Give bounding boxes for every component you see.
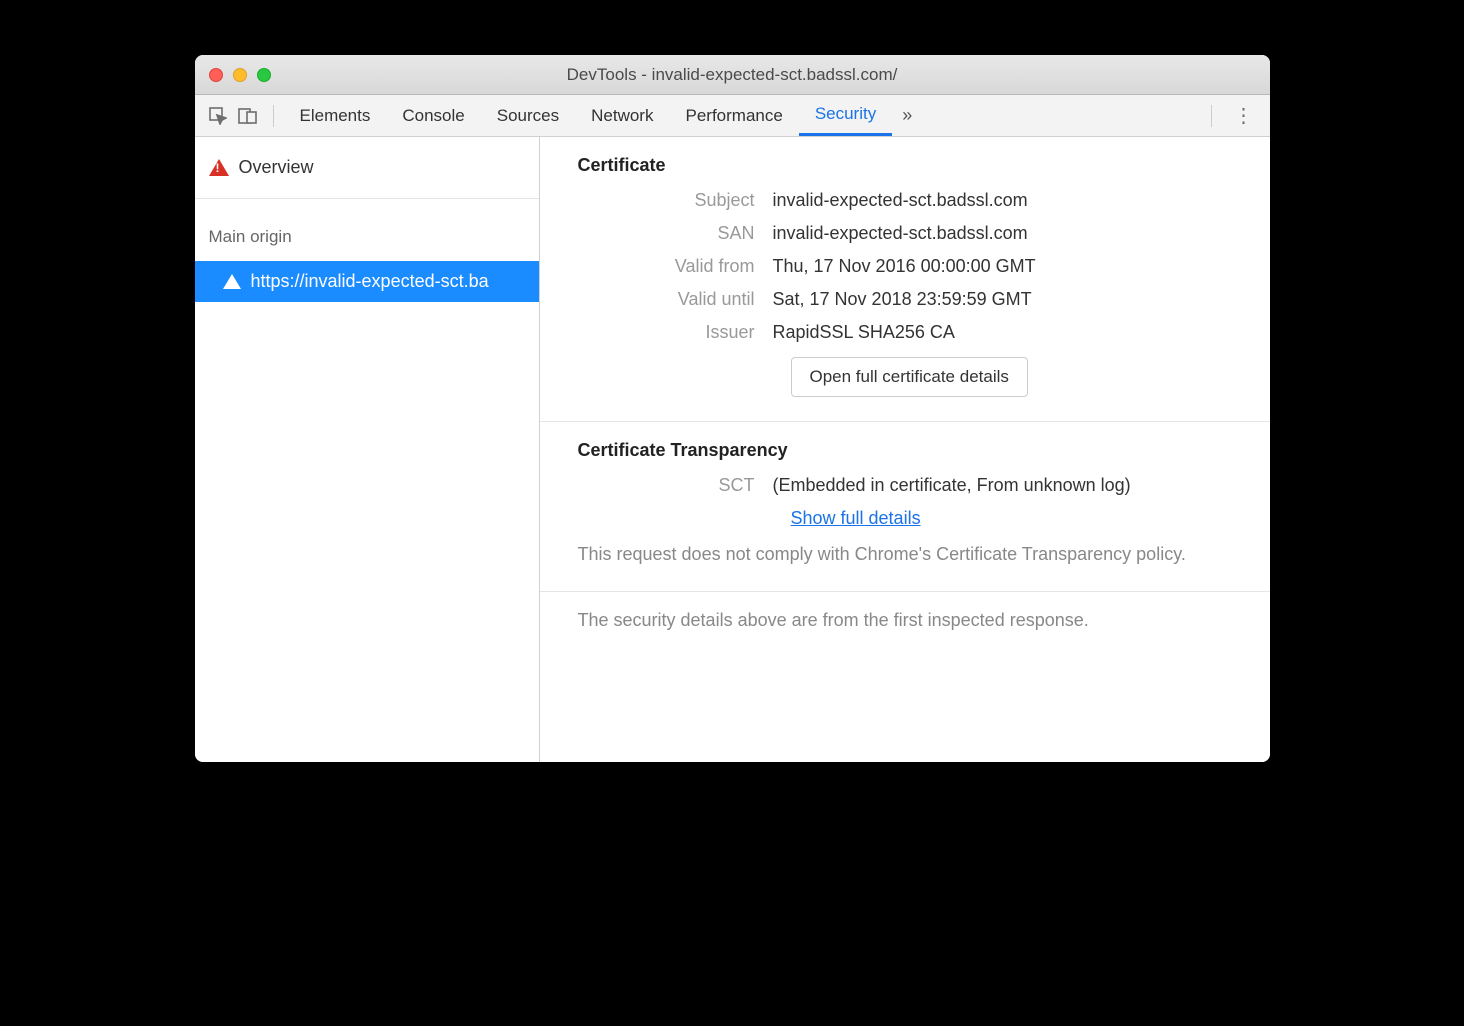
main-toolbar: Elements Console Sources Network Perform…: [195, 95, 1270, 137]
overview-item[interactable]: Overview: [195, 137, 539, 199]
sct-row: SCT (Embedded in certificate, From unkno…: [578, 475, 1232, 496]
issuer-value: RapidSSL SHA256 CA: [773, 322, 1232, 343]
tab-sources[interactable]: Sources: [481, 95, 575, 136]
titlebar: DevTools - invalid-expected-sct.badssl.c…: [195, 55, 1270, 95]
main-origin-heading: Main origin: [195, 199, 539, 261]
tab-security[interactable]: Security: [799, 95, 892, 136]
valid-until-value: Sat, 17 Nov 2018 23:59:59 GMT: [773, 289, 1232, 310]
traffic-lights: [209, 68, 271, 82]
toolbar-separator: [1211, 105, 1212, 127]
cert-san-row: SAN invalid-expected-sct.badssl.com: [578, 223, 1232, 244]
zoom-button[interactable]: [257, 68, 271, 82]
panel-body: Overview Main origin https://invalid-exp…: [195, 137, 1270, 762]
ct-noncompliance-note: This request does not comply with Chrome…: [578, 541, 1232, 567]
certificate-block: Certificate Subject invalid-expected-sct…: [540, 137, 1270, 422]
tab-elements[interactable]: Elements: [284, 95, 387, 136]
sct-label: SCT: [578, 475, 773, 496]
security-details: Certificate Subject invalid-expected-sct…: [540, 137, 1270, 762]
security-sidebar: Overview Main origin https://invalid-exp…: [195, 137, 540, 762]
footer-note: The security details above are from the …: [540, 592, 1270, 649]
issuer-label: Issuer: [578, 322, 773, 343]
subject-value: invalid-expected-sct.badssl.com: [773, 190, 1232, 211]
overview-label: Overview: [239, 157, 314, 178]
cert-valid-from-row: Valid from Thu, 17 Nov 2016 00:00:00 GMT: [578, 256, 1232, 277]
san-label: SAN: [578, 223, 773, 244]
sct-value: (Embedded in certificate, From unknown l…: [773, 475, 1232, 496]
subject-label: Subject: [578, 190, 773, 211]
valid-from-label: Valid from: [578, 256, 773, 277]
warning-triangle-icon: [223, 274, 241, 289]
more-tabs-icon[interactable]: »: [902, 105, 912, 126]
valid-from-value: Thu, 17 Nov 2016 00:00:00 GMT: [773, 256, 1232, 277]
valid-until-label: Valid until: [578, 289, 773, 310]
tab-performance[interactable]: Performance: [669, 95, 798, 136]
inspect-element-icon[interactable]: [203, 101, 233, 131]
cert-valid-until-row: Valid until Sat, 17 Nov 2018 23:59:59 GM…: [578, 289, 1232, 310]
device-toolbar-icon[interactable]: [233, 101, 263, 131]
cert-subject-row: Subject invalid-expected-sct.badssl.com: [578, 190, 1232, 211]
ct-block: Certificate Transparency SCT (Embedded i…: [540, 422, 1270, 592]
ct-heading: Certificate Transparency: [578, 440, 1232, 461]
warning-triangle-icon: [209, 159, 229, 176]
cert-issuer-row: Issuer RapidSSL SHA256 CA: [578, 322, 1232, 343]
settings-menu-icon[interactable]: ⋮: [1234, 103, 1254, 128]
close-button[interactable]: [209, 68, 223, 82]
tab-network[interactable]: Network: [575, 95, 669, 136]
window-title: DevTools - invalid-expected-sct.badssl.c…: [195, 65, 1270, 85]
san-value: invalid-expected-sct.badssl.com: [773, 223, 1232, 244]
toolbar-separator: [273, 105, 274, 127]
panel-tabs: Elements Console Sources Network Perform…: [284, 95, 913, 136]
minimize-button[interactable]: [233, 68, 247, 82]
certificate-heading: Certificate: [578, 155, 1232, 176]
origin-item[interactable]: https://invalid-expected-sct.ba: [195, 261, 539, 302]
open-certificate-button[interactable]: Open full certificate details: [791, 357, 1028, 397]
devtools-window: DevTools - invalid-expected-sct.badssl.c…: [195, 55, 1270, 762]
show-full-details-link[interactable]: Show full details: [791, 508, 921, 528]
origin-url: https://invalid-expected-sct.ba: [251, 271, 489, 292]
tab-console[interactable]: Console: [386, 95, 480, 136]
